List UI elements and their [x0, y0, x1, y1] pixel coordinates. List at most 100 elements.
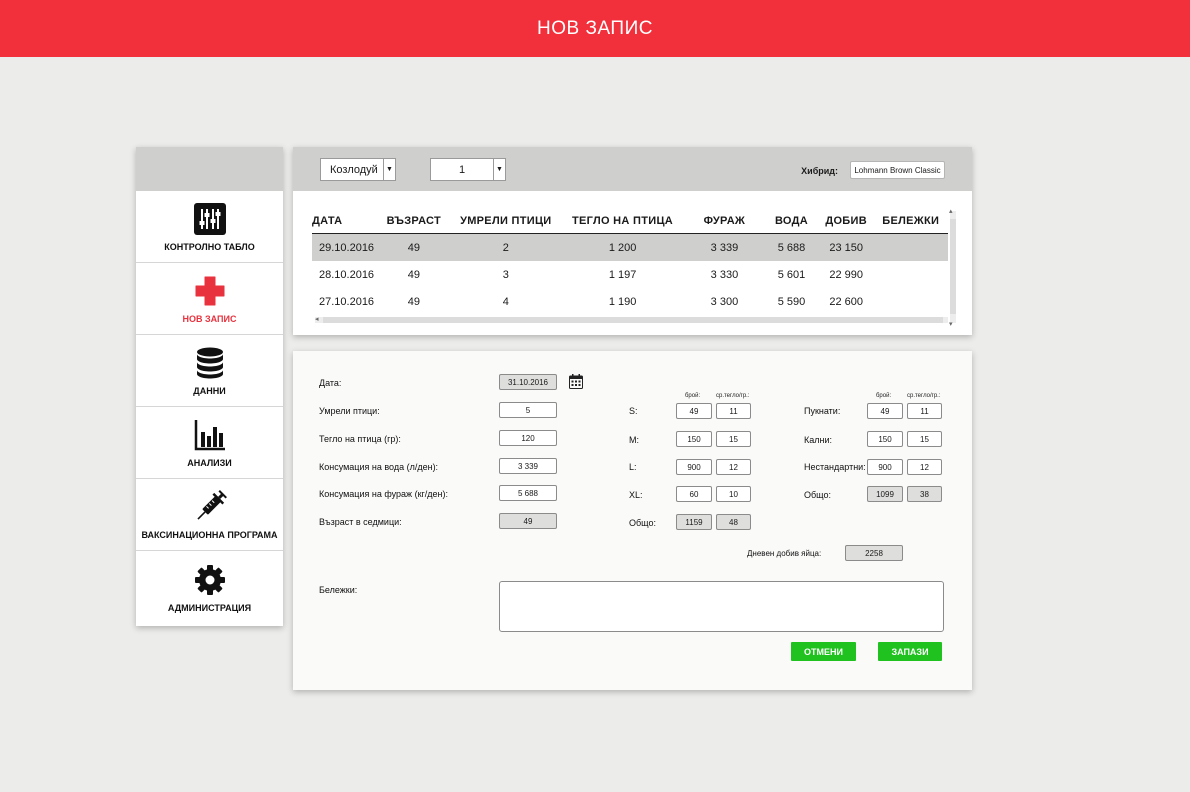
column-header[interactable]: ФУРАЖ	[685, 215, 765, 227]
sidebar: КОНТРОЛНО ТАБЛО НОВ ЗАПИС ДАННИ АНАЛИЗИ …	[136, 147, 283, 626]
sidebar-item-label: ВАКСИНАЦИОННА ПРОГРАМА	[141, 529, 278, 540]
sidebar-item-new-record[interactable]: НОВ ЗАПИС	[136, 263, 283, 335]
size-xl-count-input[interactable]: 60	[676, 486, 712, 502]
dirty-avg-input[interactable]: 15	[907, 431, 942, 447]
size-s-avg-input[interactable]: 11	[716, 403, 751, 419]
cell-yield: 22 600	[829, 295, 863, 308]
scroll-down-icon[interactable]: ▾	[949, 320, 953, 328]
new-record-form: Дата: 31.10.2016 Умрели птици: 5 Тегло н…	[293, 351, 972, 690]
sidebar-item-vaccination[interactable]: ВАКСИНАЦИОННА ПРОГРАМА	[136, 479, 283, 551]
cell-weight: 1 200	[608, 241, 637, 254]
date-field[interactable]: 31.10.2016	[499, 374, 557, 390]
size-s-count-input[interactable]: 49	[676, 403, 712, 419]
sidebar-item-label: АНАЛИЗИ	[187, 457, 232, 468]
cell-yield: 23 150	[829, 241, 863, 254]
nonstandard-avg-input[interactable]: 12	[907, 459, 942, 475]
records-panel-header: Козлодуй ▼ 1 ▼ Хибрид: Lohmann Brown Cla…	[293, 147, 972, 191]
size-l-count-input[interactable]: 900	[676, 459, 712, 475]
column-header[interactable]: БЕЛЕЖКИ	[873, 215, 948, 227]
farm-select[interactable]: Козлодуй ▼	[320, 158, 396, 181]
table-row[interactable]: 27.10.2016 49 4 1 190 3 300 5 590 22 600	[312, 288, 948, 315]
daily-yield-label: Дневен добив яйца:	[747, 549, 822, 558]
daily-yield-field: 2258	[845, 545, 903, 561]
sidebar-item-analytics[interactable]: АНАЛИЗИ	[136, 407, 283, 479]
chevron-down-icon[interactable]: ▼	[493, 159, 505, 180]
sidebar-item-administration[interactable]: АДМИНИСТРАЦИЯ	[136, 551, 283, 624]
date-label: Дата:	[319, 378, 342, 388]
scrollbar-thumb[interactable]	[950, 219, 956, 314]
sizes-total-count: 1159	[676, 514, 712, 530]
cell-age: 49	[407, 241, 421, 254]
bar-chart-icon	[193, 418, 227, 452]
column-header[interactable]: ДАТА	[312, 215, 377, 227]
dirty-label: Кални:	[804, 435, 832, 445]
calendar-icon[interactable]	[569, 374, 583, 389]
sidebar-item-label: КОНТРОЛНО ТАБЛО	[164, 241, 255, 252]
sidebar-item-label: АДМИНИСТРАЦИЯ	[167, 602, 252, 613]
dead-birds-input[interactable]: 5	[499, 402, 557, 418]
size-l-avg-input[interactable]: 12	[716, 459, 751, 475]
horizontal-scrollbar[interactable]: ◂	[315, 315, 948, 323]
page-title: НОВ ЗАПИС	[537, 17, 653, 39]
cell-age: 49	[407, 268, 421, 281]
column-header[interactable]: ВЪЗРАСТ	[377, 215, 452, 227]
nonstandard-count-input[interactable]: 900	[867, 459, 903, 475]
column-header[interactable]: ДОБИВ	[819, 215, 874, 227]
vertical-scrollbar[interactable]: ▴ ▾	[949, 208, 956, 328]
cell-weight: 1 197	[608, 268, 637, 281]
cracked-avg-input[interactable]: 11	[907, 403, 942, 419]
cell-age: 49	[407, 295, 421, 308]
water-consumption-input[interactable]: 3 339	[499, 458, 557, 474]
notes-textarea[interactable]	[499, 581, 944, 632]
cell-dead: 3	[502, 268, 509, 281]
cell-dead: 2	[502, 241, 509, 254]
sidebar-item-dashboard[interactable]: КОНТРОЛНО ТАБЛО	[136, 191, 283, 263]
cell-yield: 22 990	[829, 268, 863, 281]
dirty-count-input[interactable]: 150	[867, 431, 903, 447]
sidebar-item-label: НОВ ЗАПИС	[182, 313, 237, 324]
table-row[interactable]: 28.10.2016 49 3 1 197 3 330 5 601 22 990	[312, 261, 948, 288]
nonstandard-label: Нестандартни:	[804, 462, 866, 472]
bird-weight-input[interactable]: 120	[499, 430, 557, 446]
house-select[interactable]: 1 ▼	[430, 158, 506, 181]
gear-icon	[193, 563, 227, 597]
size-m-avg-input[interactable]: 15	[716, 431, 751, 447]
column-header[interactable]: УМРЕЛИ ПТИЦИ	[451, 215, 560, 227]
column-header[interactable]: ТЕГЛО НА ПТИЦА	[560, 215, 684, 227]
save-button[interactable]: ЗАПАЗИ	[878, 642, 942, 661]
sidebar-item-data[interactable]: ДАННИ	[136, 335, 283, 407]
chevron-down-icon[interactable]: ▼	[383, 159, 395, 180]
column-header[interactable]: ВОДА	[764, 215, 819, 227]
scroll-left-icon[interactable]: ◂	[315, 315, 319, 323]
scrollbar-thumb[interactable]	[323, 317, 943, 323]
sizes-total-label: Общо:	[629, 518, 656, 528]
age-weeks-label: Възраст в седмици:	[319, 517, 402, 527]
cracked-label: Пукнати:	[804, 406, 841, 416]
sidebar-item-label: ДАННИ	[193, 385, 226, 396]
feed-consumption-input[interactable]: 5 688	[499, 485, 557, 501]
table-row[interactable]: 29.10.2016 49 2 1 200 3 339 5 688 23 150	[312, 234, 948, 261]
water-consumption-label: Консумация на вода (л/ден):	[319, 462, 439, 472]
size-xl-avg-input[interactable]: 10	[716, 486, 751, 502]
count-header: брой:	[876, 393, 892, 399]
size-m-count-input[interactable]: 150	[676, 431, 712, 447]
defects-total-label: Общо:	[804, 490, 831, 500]
cell-date: 28.10.2016	[319, 268, 375, 281]
avg-weight-header: ср.тегло/гр.:	[716, 393, 750, 399]
hybrid-value: Lohmann Brown Classic	[850, 161, 945, 179]
dead-birds-label: Умрели птици:	[319, 406, 380, 416]
defects-total-count: 1099	[867, 486, 903, 502]
plus-icon	[193, 274, 227, 308]
cell-feed: 3 300	[710, 295, 739, 308]
age-weeks-field: 49	[499, 513, 557, 529]
scroll-up-icon[interactable]: ▴	[949, 207, 953, 215]
avg-weight-header: ср.тегло/гр.:	[907, 393, 941, 399]
records-panel: Козлодуй ▼ 1 ▼ Хибрид: Lohmann Brown Cla…	[293, 147, 972, 335]
top-bar: НОВ ЗАПИС	[0, 0, 1190, 57]
cell-date: 27.10.2016	[319, 295, 375, 308]
size-xl-label: XL:	[629, 490, 643, 500]
house-select-value: 1	[458, 163, 466, 176]
cancel-button[interactable]: ОТМЕНИ	[791, 642, 856, 661]
cracked-count-input[interactable]: 49	[867, 403, 903, 419]
size-s-label: S:	[629, 406, 638, 416]
